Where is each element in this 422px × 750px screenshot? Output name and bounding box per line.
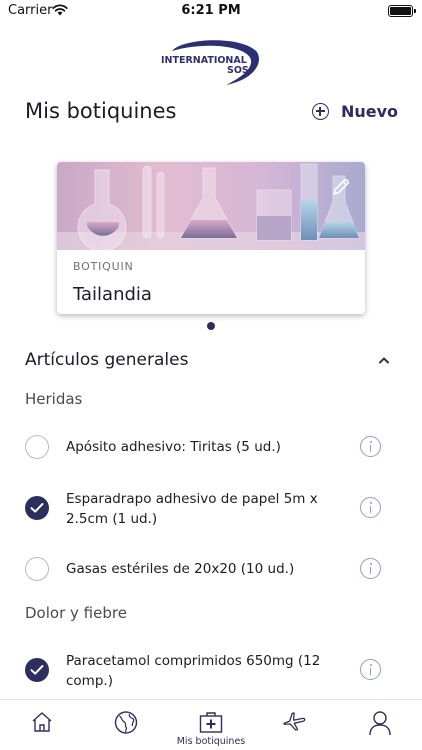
section-title: Artículos generales [25, 350, 189, 370]
checkbox-checked[interactable] [25, 658, 49, 682]
checkbox-unchecked[interactable] [25, 435, 49, 459]
battery-icon [388, 5, 416, 17]
checkbox-unchecked[interactable] [25, 557, 49, 581]
category-heridas: Heridas [25, 390, 83, 408]
checkmark-icon [30, 665, 44, 675]
item-label: Paracetamol comprimidos 650mg (12 comp.) [66, 653, 321, 689]
tab-world[interactable] [84, 700, 168, 750]
edit-icon[interactable] [331, 177, 351, 197]
page-title: Mis botiquines [25, 99, 177, 123]
logo-sos-text: SOS [227, 65, 249, 76]
tab-travel[interactable] [253, 700, 337, 750]
category-dolor-y-fiebre: Dolor y fiebre [25, 604, 127, 622]
status-bar: Carrier 6:21 PM [0, 0, 422, 22]
globe-icon [114, 711, 138, 734]
info-icon[interactable] [360, 497, 381, 518]
tab-mis-botiquines[interactable]: Mis botiquines [169, 700, 253, 750]
chevron-up-icon[interactable] [378, 356, 390, 364]
lab-glassware-image [57, 162, 365, 250]
item-label: Gasas estériles de 20x20 (10 ud.) [66, 561, 295, 577]
kit-name: Tailandia [73, 284, 152, 305]
user-icon [369, 711, 391, 736]
item-label: Esparadrapo adhesivo de papel 5m x 2.5cm… [66, 491, 318, 527]
tab-home[interactable] [0, 700, 84, 750]
home-icon [32, 712, 52, 732]
checkbox-checked[interactable] [25, 496, 49, 520]
info-icon[interactable] [360, 436, 381, 457]
first-aid-kit-icon [199, 712, 223, 733]
checkmark-icon [30, 503, 44, 513]
clock: 6:21 PM [181, 3, 241, 18]
international-sos-logo: INTERNATIONAL SOS [161, 40, 259, 85]
tab-label-active: Mis botiquines [176, 736, 246, 747]
new-kit-button[interactable]: Nuevo [311, 102, 398, 121]
carousel-page-indicator [207, 322, 215, 330]
info-icon[interactable] [360, 659, 381, 680]
tab-profile[interactable] [338, 700, 422, 750]
kit-card[interactable]: BOTIQUIN Tailandia [57, 162, 365, 314]
plus-circle-icon [311, 103, 329, 120]
airplane-icon [283, 712, 306, 731]
item-label: Apósito adhesivo: Tiritas (5 ud.) [66, 439, 281, 455]
new-kit-label: Nuevo [340, 102, 398, 121]
kit-type-label: BOTIQUIN [73, 260, 134, 273]
info-icon[interactable] [360, 558, 381, 579]
tab-bar: Mis botiquines [0, 699, 422, 750]
